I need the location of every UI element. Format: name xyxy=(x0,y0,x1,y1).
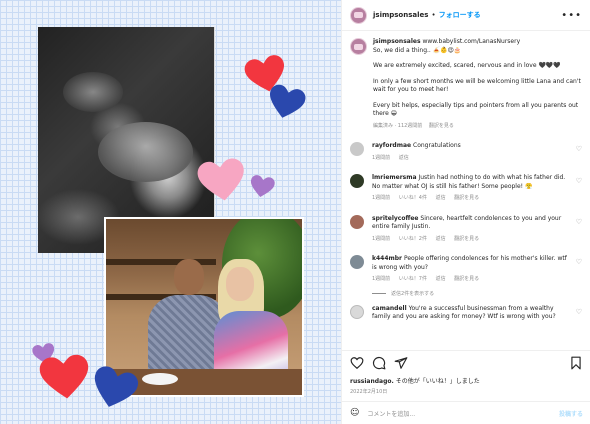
avatar[interactable] xyxy=(350,38,367,55)
post-date: 2022年2月10日 xyxy=(350,389,388,395)
comment-heart-icon[interactable]: ♡ xyxy=(576,218,582,226)
ultrasound-detail xyxy=(98,122,193,182)
caption-meta: 編集済み · 112週間前 翻訳を見る xyxy=(373,122,582,131)
avatar[interactable] xyxy=(350,304,364,319)
comment-username[interactable]: k444mbr xyxy=(372,255,402,262)
reply-button[interactable]: 返信 xyxy=(399,155,409,161)
header-username[interactable]: jsimpsonsales xyxy=(373,11,428,19)
heart-icon[interactable] xyxy=(350,356,364,370)
comment-time: 1週間前 xyxy=(372,195,391,201)
comment-heart-icon[interactable]: ♡ xyxy=(576,258,582,266)
plate xyxy=(142,373,178,385)
comment: camandell You're a successful businessma… xyxy=(350,304,582,322)
bookmark-icon[interactable] xyxy=(569,356,583,370)
likes-text[interactable]: その他が「いいね！」しました xyxy=(396,378,480,385)
comment: k444mbr People offering condolences for … xyxy=(350,255,582,284)
comment: spritelycoffee Sincere, heartfelt condol… xyxy=(350,214,582,244)
post-actions: russiandago. その他が「いいね！」しました 2022年2月10日 xyxy=(342,350,590,395)
comment-username[interactable]: lmriemersma xyxy=(372,174,417,181)
post-details-panel: jsimpsonsales • フォローする ••• jsimpsonsales… xyxy=(341,0,590,424)
caption-text: Every bit helps, especially tips and poi… xyxy=(373,101,579,118)
comment-username[interactable]: camandell xyxy=(372,305,407,312)
avatar[interactable] xyxy=(350,214,364,229)
likes-username[interactable]: russiandago. xyxy=(350,378,394,385)
comment-text: People offering condolences for his moth… xyxy=(372,255,567,271)
likes-summary: russiandago. その他が「いいね！」しました xyxy=(350,376,583,385)
comment-likes[interactable]: いいね！2件 xyxy=(399,236,427,242)
comment-heart-icon[interactable]: ♡ xyxy=(576,145,582,153)
reply-button[interactable]: 返信 xyxy=(436,236,446,242)
comment-username[interactable]: rayfordmae xyxy=(372,142,411,149)
follow-button[interactable]: フォローする xyxy=(439,10,481,20)
red-heart-icon xyxy=(38,354,92,403)
more-options-icon[interactable]: ••• xyxy=(561,10,582,21)
comment-heart-icon[interactable]: ♡ xyxy=(576,177,582,185)
caption-username[interactable]: jsimpsonsales xyxy=(373,38,421,45)
avatar[interactable] xyxy=(350,255,364,269)
caption-text: We are extremely excited, scared, nervou… xyxy=(373,62,561,69)
ultrasound-detail xyxy=(63,72,123,112)
comment: rayfordmae Congratulations 1週間前 返信 ♡ xyxy=(350,142,582,162)
separator: • xyxy=(431,11,436,19)
comment-time: 1週間前 xyxy=(372,154,391,161)
comment-heart-icon[interactable]: ♡ xyxy=(576,308,582,316)
post-header: jsimpsonsales • フォローする ••• xyxy=(342,0,590,31)
comment-time: 1週間前 xyxy=(372,276,391,282)
add-comment-bar: ☺ コメントを追加... 投稿する xyxy=(342,401,590,424)
blue-heart-icon xyxy=(264,82,307,124)
comment-likes[interactable]: いいね！7件 xyxy=(399,276,427,282)
purple-heart-icon xyxy=(248,174,275,200)
reply-button[interactable]: 返信 xyxy=(436,195,446,201)
translate-link[interactable]: 翻訳を見る xyxy=(454,276,479,282)
comment-input[interactable]: コメントを追加... xyxy=(367,409,415,418)
comment-time: 1週間前 xyxy=(372,235,391,242)
comments-list: rayfordmae Congratulations 1週間前 返信 ♡ lmr… xyxy=(342,142,590,322)
woman-head xyxy=(226,267,254,301)
caption: jsimpsonsales www.babylist.com/LanasNurs… xyxy=(342,31,590,130)
avatar[interactable] xyxy=(350,142,364,156)
comment-username[interactable]: spritelycoffee xyxy=(372,215,418,222)
view-replies-button[interactable]: 返信2件を表示する xyxy=(372,290,582,297)
man-head xyxy=(174,259,204,295)
post-media[interactable] xyxy=(0,0,341,424)
edited-timestamp: 編集済み · 112週間前 xyxy=(373,122,423,129)
comment: lmriemersma Justin had nothing to do wit… xyxy=(350,174,582,203)
pink-heart-icon xyxy=(195,157,248,205)
reply-button[interactable]: 返信 xyxy=(436,276,446,282)
emoji-icon[interactable]: ☺ xyxy=(350,408,359,418)
translate-link[interactable]: 翻訳を見る xyxy=(454,195,479,201)
post-comment-button[interactable]: 投稿する xyxy=(559,409,583,418)
translate-link[interactable]: 翻訳を見る xyxy=(454,236,479,242)
avatar[interactable] xyxy=(350,6,367,24)
caption-text: So, we did a thing.. 🍝👶😍🎂 xyxy=(373,46,462,54)
share-icon[interactable] xyxy=(394,356,408,370)
comment-icon[interactable] xyxy=(372,356,386,370)
caption-text: In only a few short months we will be we… xyxy=(373,77,581,94)
translate-link[interactable]: 翻訳を見る xyxy=(429,123,454,129)
comment-text: Congratulations xyxy=(413,142,461,149)
avatar[interactable] xyxy=(350,174,364,188)
comment-likes[interactable]: いいね！4件 xyxy=(399,195,427,201)
caption-link[interactable]: www.babylist.com/LanasNursery xyxy=(422,38,520,45)
couple-photo xyxy=(104,217,304,397)
